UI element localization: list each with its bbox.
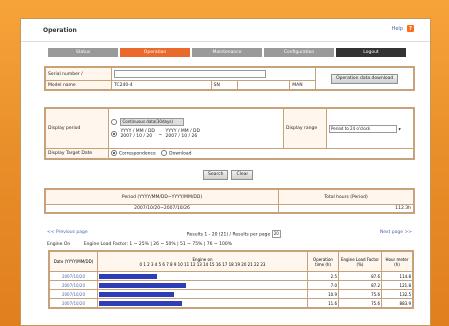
row-date[interactable]: 2007/10/20 — [49, 271, 98, 281]
sn-label: SN — [210, 80, 238, 90]
per-page-select[interactable]: 20 — [271, 230, 281, 238]
serial-label: Serial number / — [44, 67, 113, 81]
row-load: 87.2 — [338, 280, 382, 290]
period-value: 2007/10/20~2007/10/26 — [45, 204, 279, 213]
row-load: 75.6 — [338, 289, 382, 299]
row-op: 2.5 — [307, 271, 339, 281]
table-row: 2007/10/20 11.6 75.6 883.9 — [49, 298, 413, 308]
man-label: MAN — [289, 80, 317, 90]
help-label[interactable]: Help — [392, 26, 403, 32]
range-label: Display range — [283, 108, 327, 149]
row-date[interactable]: 2007/10/20 — [49, 280, 98, 290]
period-radio-continuous[interactable] — [111, 119, 117, 125]
target-radio-download[interactable] — [161, 150, 168, 156]
row-bar-cell — [97, 298, 308, 308]
col-date: Date (YYYY/MM/DD) — [49, 251, 98, 272]
table-row: 2007/10/20 2.5 87.6 114.8 — [49, 271, 413, 281]
row-bar-cell — [97, 289, 308, 299]
engine-on-bar — [99, 291, 174, 297]
tab-logout[interactable]: Logout — [336, 48, 406, 57]
engine-on-bar — [99, 300, 182, 306]
col-op-time: Operation time (h) — [307, 251, 339, 272]
row-meter: 114.8 — [381, 271, 413, 281]
row-load: 87.6 — [338, 271, 382, 281]
results-count: Results 1 - 20 (21) / Results per page — [186, 232, 271, 238]
row-op: 10.9 — [307, 289, 339, 299]
engine-on-bar — [99, 273, 157, 279]
model-value: TC240-4 — [111, 80, 212, 90]
row-bar-cell — [97, 271, 308, 281]
target-label: Display Target Date — [45, 148, 109, 159]
next-page-link[interactable]: Next page >> — [380, 230, 412, 238]
continuous-select[interactable]: Continuous data(30days) — [120, 118, 185, 126]
pagination: << Previous page Results 1 - 20 (21) / R… — [47, 230, 412, 238]
row-op: 7.0 — [307, 280, 339, 290]
summary-table: Period (YYYY/MM/DD~YYYY/MM/DD) Total hou… — [44, 188, 415, 214]
row-bar-cell — [97, 280, 308, 290]
period-radio-range[interactable] — [111, 131, 117, 137]
row-meter: 132.5 — [381, 289, 413, 299]
table-row: 2007/10/20 7.0 87.2 121.8 — [49, 280, 413, 290]
app-window: Operation Help ? Status Operation Mainte… — [20, 18, 431, 326]
results-table: Date (YYYY/MM/DD) Engine on 0 1 2 3 4 5 … — [48, 250, 414, 309]
total-header: Total hours (Period) — [278, 189, 414, 205]
chevron-down-icon[interactable]: ▾ — [398, 127, 400, 132]
model-label: Model name — [44, 80, 113, 90]
page-title: Operation — [43, 27, 77, 34]
range-select[interactable]: Period to 24 o'clock — [329, 124, 397, 133]
download-label: Download — [169, 151, 192, 157]
period-header: Period (YYYY/MM/DD~YYYY/MM/DD) — [45, 189, 279, 205]
row-meter: 883.9 — [381, 298, 413, 308]
photo-frame: Operation Help ? Status Operation Mainte… — [0, 0, 449, 326]
tab-configuration[interactable]: Configuration — [264, 48, 334, 57]
help-link[interactable]: Help ? — [392, 25, 414, 32]
col-engine-on: Engine on 0 1 2 3 4 5 6 7 8 9 10 11 12 1… — [97, 251, 308, 272]
legend: Engine On Engine Load Factor: 1 ~ 25% | … — [47, 242, 232, 247]
clear-button[interactable]: Clear — [231, 170, 254, 180]
row-meter: 121.8 — [381, 280, 413, 290]
load-legend: Engine Load Factor: 1 ~ 25% | 26 ~ 50% |… — [83, 242, 232, 247]
engine-on-bar — [99, 282, 186, 288]
prev-page-link[interactable]: << Previous page — [47, 230, 88, 238]
tab-maintenance[interactable]: Maintenance — [192, 48, 262, 57]
download-button[interactable]: Operation data download — [331, 73, 399, 84]
tab-operation[interactable]: Operation — [120, 48, 190, 57]
row-op: 11.6 — [307, 298, 339, 308]
period-label: Display period — [45, 108, 109, 149]
col-hour-meter: Hour meter (h) — [381, 251, 413, 272]
row-load: 75.6 — [338, 298, 382, 308]
header-bar: Operation Help ? — [21, 19, 430, 42]
from-date[interactable]: 2007 / 10 / 20 — [120, 134, 152, 139]
tab-bar: Status Operation Maintenance Configurati… — [48, 48, 406, 57]
period-section: Display period Continuous data(30days) Y… — [44, 107, 415, 160]
target-radio-correspondence[interactable] — [111, 150, 117, 156]
serial-section: Serial number / Operation data download … — [44, 66, 415, 91]
to-date[interactable]: 2007 / 10 / 26 — [166, 134, 198, 139]
engine-on-label: Engine On — [47, 242, 71, 247]
search-button[interactable]: Search — [203, 170, 229, 180]
col-load: Engine Load Factor (%) — [338, 251, 382, 272]
row-date[interactable]: 2007/10/20 — [49, 289, 98, 299]
tab-status[interactable]: Status — [48, 48, 118, 57]
table-row: 2007/10/20 10.9 75.6 132.5 — [49, 289, 413, 299]
hours-axis: 0 1 2 3 4 5 6 7 8 9 10 11 12 13 14 15 16… — [139, 261, 266, 267]
total-value: 112.3h — [278, 204, 414, 213]
form-actions: Search Clear — [203, 170, 254, 180]
serial-input[interactable] — [114, 70, 267, 78]
help-icon[interactable]: ? — [407, 25, 414, 32]
row-date[interactable]: 2007/10/20 — [49, 298, 98, 308]
correspondence-label: Correspondence — [119, 151, 156, 157]
